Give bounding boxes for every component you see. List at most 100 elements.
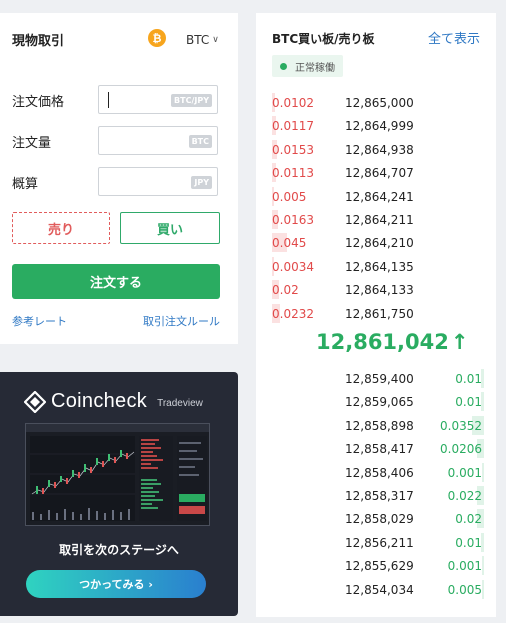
bid-row[interactable]: 12,856,211 0.01 [256, 532, 496, 555]
try-it-button[interactable]: つかってみる › [26, 570, 206, 598]
bid-price: 12,855,629 [345, 559, 414, 574]
bitcoin-icon: ₿ [148, 29, 166, 47]
ask-quantity: 0.0232 [272, 303, 314, 323]
bid-row[interactable]: 12,855,629 0.001 [256, 555, 496, 578]
depth-bar [482, 556, 484, 576]
ask-row[interactable]: 0.0102 12,865,000 [256, 92, 496, 115]
bid-quantity-text: 0.02 [455, 512, 482, 527]
bid-price: 12,858,417 [345, 442, 414, 457]
ask-row[interactable]: 0.0117 12,864,999 [256, 115, 496, 138]
text-caret [108, 92, 109, 108]
bid-row[interactable]: 12,854,034 0.005 [256, 579, 496, 602]
depth-bar [482, 462, 484, 482]
bid-row[interactable]: 12,858,417 0.0206 [256, 438, 496, 461]
bid-price: 12,858,029 [345, 512, 414, 527]
order-price-label: 注文価格 [12, 95, 65, 110]
order-amount-input[interactable]: BTC [98, 126, 218, 155]
ask-quantity-text: 0.02 [272, 283, 299, 298]
order-rules-link[interactable]: 取引注文ルール [143, 313, 220, 329]
brand-sub: Tradeview [157, 398, 203, 409]
estimate-row: 概算 JPY [12, 167, 222, 197]
status-text: 正常稼働 [295, 62, 335, 74]
ask-quantity: 0.02 [272, 280, 299, 300]
coincheck-logo-icon [24, 390, 46, 413]
ask-row[interactable]: 0.0113 12,864,707 [256, 162, 496, 185]
status-dot-icon [280, 62, 287, 70]
bid-row[interactable]: 12,858,898 0.0352 [256, 415, 496, 438]
bid-quantity: 0.01 [455, 392, 484, 412]
ad-caption: 取引を次のステージへ [59, 543, 179, 557]
bid-quantity-text: 0.01 [455, 535, 482, 550]
coincheck-logo: Coincheck Tradeview [24, 390, 203, 413]
bid-quantity-text: 0.001 [447, 465, 482, 480]
ask-quantity: 0.0117 [272, 116, 314, 136]
bid-price: 12,859,400 [345, 372, 414, 386]
depth-bar [482, 579, 484, 599]
reference-rate-link[interactable]: 参考レート [12, 313, 67, 329]
ask-quantity-text: 0.0163 [272, 213, 314, 227]
ask-row[interactable]: 0.045 12,864,210 [256, 232, 496, 255]
bid-quantity: 0.0352 [440, 415, 484, 435]
ask-row[interactable]: 0.0163 12,864,211 [256, 209, 496, 232]
bid-price: 12,854,034 [345, 582, 414, 597]
last-price-value: 12,861,042 [316, 330, 449, 354]
ask-row[interactable]: 0.0034 12,864,135 [256, 256, 496, 279]
estimate-input[interactable]: JPY [98, 167, 218, 196]
panel-title: 現物取引 [12, 34, 65, 49]
order-book-title: BTC買い板/売り板 [272, 32, 375, 46]
bid-quantity: 0.01 [455, 532, 484, 552]
bid-quantity-text: 0.001 [447, 559, 482, 574]
bid-quantity: 0.005 [447, 579, 484, 599]
ask-quantity-text: 0.0113 [272, 166, 314, 181]
ask-quantity-text: 0.005 [272, 189, 307, 204]
bid-row[interactable]: 12,859,400 0.01 [256, 368, 496, 391]
tradeview-ad-banner[interactable]: Coincheck Tradeview 取引を次のステージへ つかってみる › [0, 372, 238, 616]
bid-row[interactable]: 12,858,029 0.02 [256, 508, 496, 531]
bid-quantity: 0.02 [455, 509, 484, 529]
ask-quantity-text: 0.0034 [272, 259, 314, 274]
show-all-link[interactable]: 全て表示 [428, 28, 480, 47]
ask-quantity: 0.0034 [272, 256, 314, 276]
ask-price: 12,865,000 [345, 96, 414, 110]
place-order-button[interactable]: 注文する [12, 264, 220, 299]
order-price-input[interactable]: BTC/JPY [98, 85, 218, 114]
sell-button[interactable]: 売り [12, 212, 110, 244]
estimate-label: 概算 [12, 177, 39, 192]
ask-quantity: 0.045 [272, 233, 306, 253]
ask-price: 12,864,211 [345, 213, 414, 227]
bid-quantity-text: 0.0206 [440, 442, 482, 457]
brand-name: Coincheck [51, 390, 148, 412]
ask-row[interactable]: 0.02 12,864,133 [256, 279, 496, 302]
currency-select[interactable]: BTC ∨ [186, 33, 219, 47]
bid-price: 12,859,065 [345, 395, 414, 410]
bid-row[interactable]: 12,859,065 0.01 [256, 391, 496, 414]
bid-quantity: 0.022 [447, 486, 484, 505]
bid-quantity-text: 0.0352 [440, 418, 482, 433]
bid-price: 12,858,898 [345, 418, 414, 433]
bid-row[interactable]: 12,858,317 0.022 [256, 485, 496, 508]
spot-trade-panel: 現物取引 ₿ BTC ∨ 注文価格 BTC/JPY 注文量 BTC 概算 JPY… [0, 13, 238, 344]
ask-quantity: 0.005 [272, 186, 307, 206]
chevron-down-icon: ∨ [212, 35, 219, 45]
buy-button[interactable]: 買い [120, 212, 220, 244]
ask-row[interactable]: 0.0232 12,861,750 [256, 303, 496, 326]
ask-row[interactable]: 0.0153 12,864,938 [256, 139, 496, 162]
ask-price: 12,864,133 [345, 283, 414, 298]
bid-price: 12,858,406 [345, 465, 414, 480]
ask-quantity: 0.0102 [272, 93, 314, 112]
ask-price: 12,864,241 [345, 189, 414, 204]
bid-price: 12,858,317 [345, 489, 414, 503]
arrow-up-icon: ↑ [450, 330, 469, 354]
order-amount-label: 注文量 [12, 136, 52, 151]
ask-quantity-text: 0.0153 [272, 142, 314, 157]
bid-row[interactable]: 12,858,406 0.001 [256, 462, 496, 485]
bid-quantity-text: 0.005 [447, 582, 482, 597]
ask-row[interactable]: 0.005 12,864,241 [256, 186, 496, 209]
bid-quantity-text: 0.022 [447, 489, 482, 503]
ask-quantity-text: 0.0232 [272, 306, 314, 321]
ask-quantity-text: 0.0102 [272, 96, 314, 110]
bid-price: 12,856,211 [345, 535, 414, 550]
bid-quantity: 0.001 [447, 556, 484, 576]
ask-price: 12,861,750 [345, 306, 414, 321]
tradeview-screenshot [25, 423, 210, 526]
